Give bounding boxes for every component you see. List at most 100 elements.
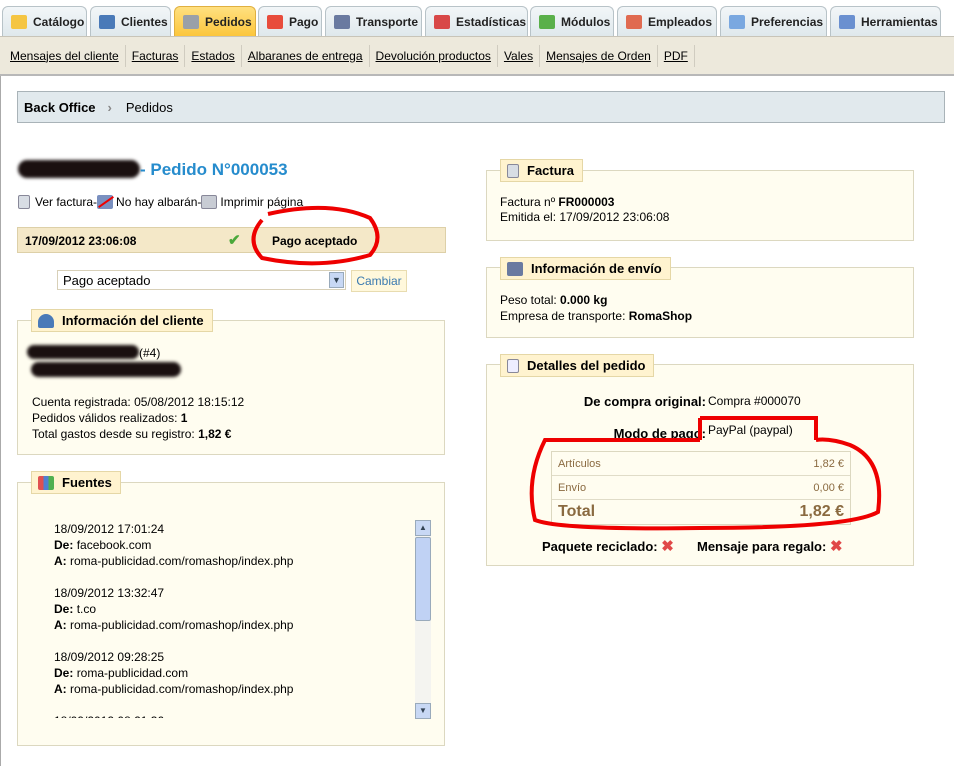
invoice-date: Emitida el: 17/09/2012 23:06:08: [500, 210, 670, 224]
registered-date: Cuenta registrada: 05/08/2012 18:15:12: [32, 395, 245, 409]
subnav-link[interactable]: Mensajes de Orden: [540, 44, 658, 67]
scroll-up-icon[interactable]: ▲: [415, 520, 431, 536]
tab-estadísticas[interactable]: Estadísticas: [425, 6, 528, 36]
bar-chart-icon: [434, 14, 450, 29]
check-icon: ✔: [228, 232, 241, 249]
source-date: 18/09/2012 17:01:24: [54, 522, 165, 536]
invoice-number: Factura nº FR000003: [500, 195, 615, 209]
tab-empleados[interactable]: Empleados: [617, 6, 717, 36]
tab-label: Herramientas: [861, 14, 938, 29]
change-status-button[interactable]: Cambiar: [351, 270, 407, 292]
tab-herramientas[interactable]: Herramientas: [830, 6, 941, 36]
subnav-link[interactable]: Devolución productos: [370, 44, 498, 67]
total-spent: Total gastos desde su registro: 1,82 €: [32, 427, 232, 441]
preferences-icon: [729, 14, 745, 29]
original-purchase: Compra #000070: [708, 394, 801, 408]
subnav-link[interactable]: Vales: [498, 44, 541, 67]
source-from: De: t.co: [54, 602, 97, 616]
tab-catálogo[interactable]: Catálogo: [2, 6, 87, 36]
status-select[interactable]: Pago aceptado ▼: [57, 270, 346, 290]
tab-label: Empleados: [648, 14, 713, 29]
order-details-panel: De compra original: Compra #000070 Modo …: [486, 364, 914, 566]
bar-chart-icon: [38, 475, 54, 490]
subnav-link[interactable]: Albaranes de entrega: [242, 44, 370, 67]
document-search-icon: [507, 358, 519, 373]
breadcrumb-current: Pedidos: [125, 99, 173, 115]
sub-navigation: Mensajes del cliente Facturas Estados Albar…: [0, 36, 954, 76]
redacted-customer-name: [18, 160, 140, 178]
list-item: •18/09/2012 08:21:36: [54, 713, 414, 718]
truck-icon: [334, 14, 350, 29]
tab-pago[interactable]: Pago: [258, 6, 322, 36]
payment-method: PayPal (paypal): [708, 423, 793, 437]
total-row: Total 1,82 €: [558, 503, 844, 520]
truck-icon: [507, 261, 523, 276]
cart-icon: [183, 14, 199, 29]
tab-label: Transporte: [356, 14, 419, 29]
order-summary-table: Artículos 1,82 € Envío 0,00 € Total 1,82 €: [551, 451, 851, 525]
tab-transporte[interactable]: Transporte: [325, 6, 422, 36]
invoice-legend: Factura: [500, 159, 583, 182]
status-date: 17/09/2012 23:06:08: [25, 234, 137, 248]
source-date: 18/09/2012 09:28:25: [54, 650, 165, 664]
subnav-link[interactable]: PDF: [658, 44, 695, 67]
invoice-icon: [18, 195, 30, 209]
scrollbar-thumb[interactable]: [415, 537, 431, 621]
gift-message: Mensaje para regalo: ✖: [697, 538, 843, 555]
source-from: De: facebook.com: [54, 538, 152, 552]
total-weight: Peso total: 0.000 kg: [500, 293, 608, 307]
chevron-down-icon[interactable]: ▼: [329, 272, 344, 288]
print-page-link[interactable]: Imprimir página: [220, 195, 303, 209]
subnav-link[interactable]: Facturas: [126, 44, 186, 67]
customer-info-legend: Información del cliente: [31, 309, 213, 332]
tab-pedidos[interactable]: Pedidos: [174, 6, 256, 36]
invoice-icon: [507, 163, 519, 178]
subnav-link[interactable]: Mensajes del cliente: [4, 44, 126, 67]
status-select-value: Pago aceptado: [63, 273, 151, 288]
shipping-row: Envío 0,00 €: [552, 476, 850, 500]
user-icon: [99, 14, 115, 29]
scroll-down-icon[interactable]: ▼: [415, 703, 431, 719]
carrier: Empresa de transporte: RomaShop: [500, 309, 693, 323]
tab-módulos[interactable]: Módulos: [530, 6, 614, 36]
tab-label: Pago: [289, 14, 319, 29]
print-icon: [201, 195, 218, 209]
user-icon: [38, 313, 54, 328]
products-row: Artículos 1,82 €: [552, 452, 850, 476]
folder-icon: [11, 14, 27, 29]
page-title: - Pedido N°000053: [140, 160, 288, 179]
no-delivery-icon: [97, 195, 114, 209]
puzzle-icon: [539, 14, 555, 29]
cross-icon: ✖: [829, 538, 843, 555]
list-item: •18/09/2012 09:28:25De: roma-publicidad.…: [54, 649, 414, 697]
original-purchase-label: De compra original:: [583, 394, 706, 409]
sources-legend: Fuentes: [31, 471, 121, 494]
view-invoice-link[interactable]: Ver factura: [35, 195, 93, 209]
source-from: De: roma-publicidad.com: [54, 666, 189, 680]
subnav-link[interactable]: Estados: [185, 44, 242, 67]
breadcrumb: Back Office › Pedidos: [17, 91, 945, 123]
cross-icon: ✖: [661, 538, 674, 555]
tab-label: Clientes: [121, 14, 168, 29]
redacted-email: [31, 362, 181, 377]
scrollbar[interactable]: ▲ ▼: [415, 520, 431, 719]
source-to: A: roma-publicidad.com/romashop/index.ph…: [54, 554, 294, 568]
list-item: •18/09/2012 17:01:24De: facebook.comA: r…: [54, 521, 414, 569]
list-item: •18/09/2012 13:32:47De: t.coA: roma-publ…: [54, 585, 414, 633]
tab-clientes[interactable]: Clientes: [90, 6, 171, 36]
source-to: A: roma-publicidad.com/romashop/index.ph…: [54, 618, 294, 632]
recycled-package: Paquete reciclado: ✖: [542, 538, 674, 555]
wrench-icon: [839, 14, 855, 29]
source-to: A: roma-publicidad.com/romashop/index.ph…: [54, 682, 294, 696]
breadcrumb-root[interactable]: Back Office: [24, 100, 96, 115]
order-actions: Ver factura - No hay albarán - Imprimir …: [18, 195, 303, 209]
order-details-legend: Detalles del pedido: [500, 354, 655, 377]
tab-preferencias[interactable]: Preferencias: [720, 6, 827, 36]
tab-label: Catálogo: [33, 14, 85, 29]
sources-panel: •18/09/2012 17:01:24De: facebook.comA: r…: [17, 482, 445, 746]
source-date: 18/09/2012 08:21:36: [54, 713, 414, 718]
status-bar: 17/09/2012 23:06:08 ✔ Pago aceptado: [17, 227, 446, 253]
employee-icon: [626, 14, 642, 29]
tab-label: Preferencias: [751, 14, 824, 29]
divider: [0, 76, 1, 766]
